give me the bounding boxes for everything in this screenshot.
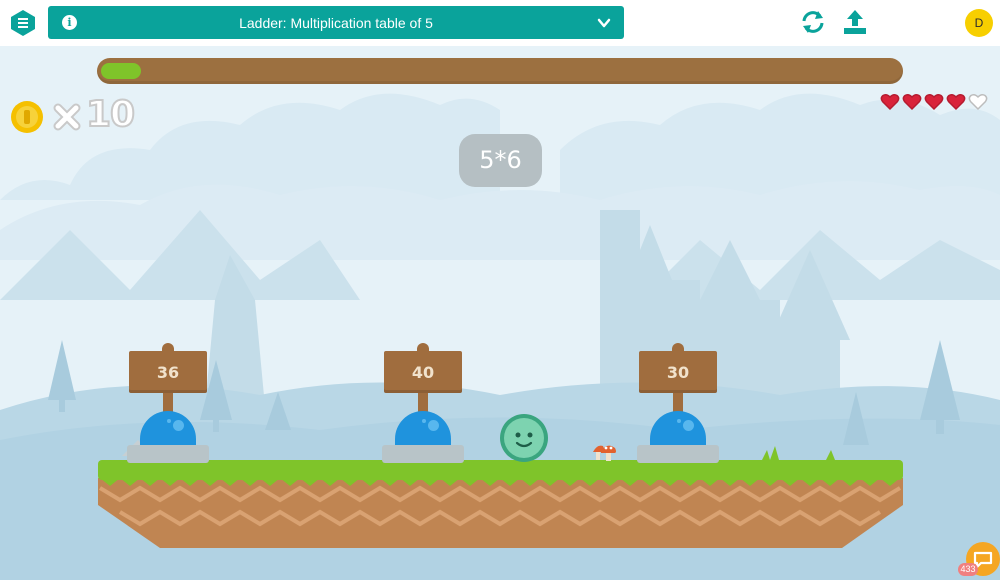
upload-icon[interactable] — [842, 8, 868, 36]
heart-full-icon — [924, 94, 944, 111]
heart-full-icon — [902, 94, 922, 111]
lives — [880, 92, 988, 112]
background-scenery — [0, 93, 1000, 580]
heart-full-icon — [946, 94, 966, 111]
question-bubble: 5*6 — [459, 134, 542, 187]
player-character — [500, 414, 548, 462]
sign-post — [673, 393, 683, 413]
top-bar: i Ladder: Multiplication table of 5 D — [0, 0, 1000, 46]
heart-full-icon — [880, 94, 900, 111]
progress-fill — [101, 63, 141, 79]
sign-post — [418, 393, 428, 413]
level-title: Ladder: Multiplication table of 5 — [239, 15, 433, 31]
coin-count: 10 — [85, 93, 136, 136]
game-stage: 10 5*6 36 40 30 433 — [0, 46, 1000, 580]
mushroom-icon — [593, 445, 616, 461]
button-base — [382, 445, 464, 463]
avatar[interactable]: D — [965, 9, 993, 37]
heart-empty-icon — [968, 94, 988, 111]
answer-sign-3[interactable]: 30 — [639, 351, 717, 393]
chat-badge: 433 — [958, 563, 978, 576]
answer-sign-2[interactable]: 40 — [384, 351, 462, 393]
answer-sign-1[interactable]: 36 — [129, 351, 207, 393]
refresh-icon[interactable] — [800, 9, 826, 35]
level-selector[interactable]: i Ladder: Multiplication table of 5 — [48, 6, 624, 39]
button-base — [637, 445, 719, 463]
multiply-icon — [53, 103, 81, 131]
logo-icon[interactable] — [9, 9, 37, 37]
sign-post — [163, 393, 173, 413]
button-base — [127, 445, 209, 463]
progress-bar — [97, 58, 903, 84]
coin-icon — [11, 101, 43, 133]
chevron-down-icon[interactable] — [596, 15, 612, 31]
